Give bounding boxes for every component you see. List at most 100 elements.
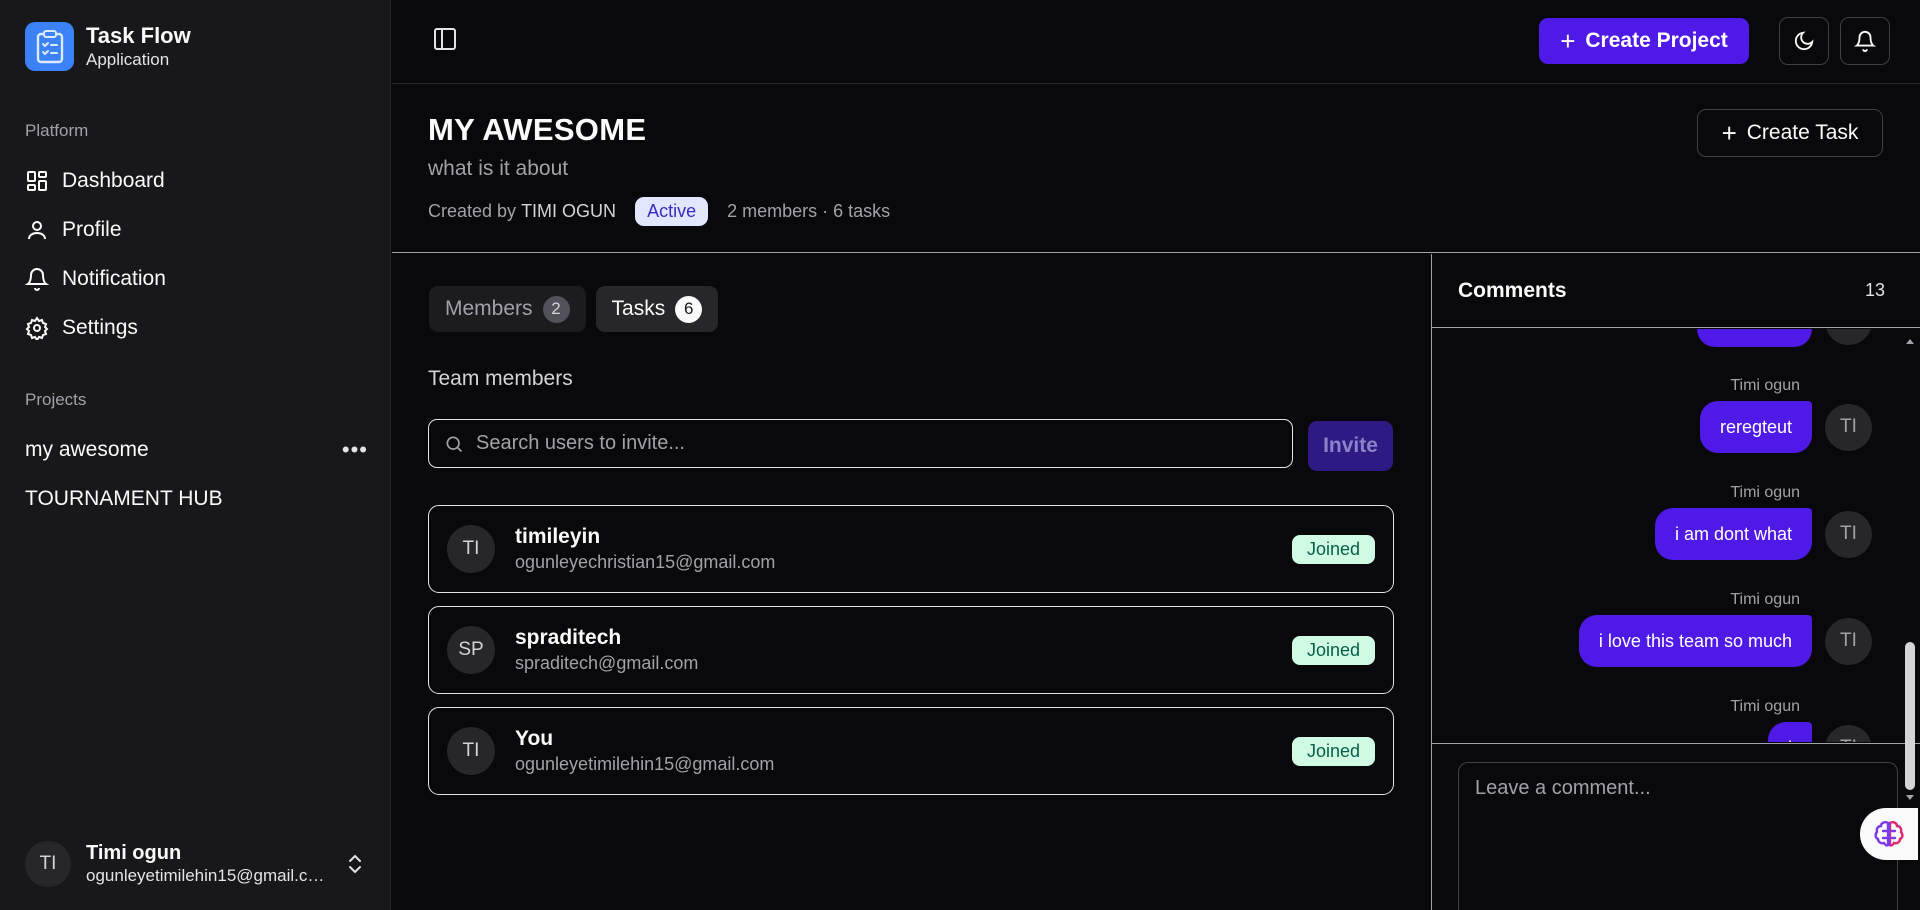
bell-icon — [1854, 31, 1876, 52]
sidebar-item-notification[interactable]: Notification — [25, 263, 166, 295]
tab-count: 2 — [542, 295, 570, 323]
search-input[interactable] — [476, 432, 1256, 455]
scroll-down-arrow-icon[interactable] — [1904, 793, 1916, 803]
projects-label: Projects — [25, 390, 87, 409]
project-item-my-awesome[interactable]: my awesome ••• — [25, 434, 368, 466]
comment-bubble: i — [1768, 722, 1812, 742]
scroll-up-arrow-icon[interactable] — [1904, 336, 1916, 346]
notifications-button[interactable] — [1840, 17, 1890, 65]
plus-icon: + — [1721, 117, 1737, 148]
invite-button[interactable]: Invite — [1308, 421, 1393, 471]
dashboard-icon — [27, 171, 47, 191]
more-options-icon[interactable]: ••• — [342, 437, 368, 463]
project-header: MY AWESOME what is it about Created by T… — [392, 85, 1920, 253]
comment-item: Timi ogun reregteut TI — [1699, 377, 1872, 453]
member-email: ogunleyetimilehin15@gmail.com — [515, 754, 775, 774]
avatar: TI — [1825, 329, 1872, 345]
tab-list: Members 2 Tasks 6 — [429, 286, 719, 332]
project-meta: Created by TIMI OGUN Active 2 members · … — [428, 197, 890, 226]
joined-badge: Joined — [1291, 736, 1375, 766]
member-card[interactable]: TI You ogunleyetimilehin15@gmail.com Joi… — [428, 707, 1394, 795]
comment-item: i am here TI — [1696, 329, 1872, 347]
avatar: TI — [1825, 724, 1872, 742]
comments-header: Comments 13 — [1432, 254, 1920, 328]
sidebar-item-label: Dashboard — [62, 169, 165, 192]
member-card[interactable]: TI timileyin ogunleyechristian15@gmail.c… — [428, 505, 1394, 593]
comments-count: 13 — [1864, 280, 1885, 300]
page-title: MY AWESOME — [428, 112, 647, 147]
comment-author: Timi ogun — [1730, 698, 1800, 715]
comment-item: Timi ogun i TI — [1730, 698, 1872, 742]
sidebar-item-label: Settings — [62, 316, 138, 339]
tab-count: 6 — [675, 295, 703, 323]
comments-scrollbar[interactable] — [1904, 330, 1916, 803]
sidebar-item-label: Profile — [62, 218, 122, 241]
comment-bubble: reregteut — [1699, 401, 1812, 453]
create-project-button[interactable]: + Create Project — [1539, 18, 1749, 64]
create-task-label: Create Task — [1746, 121, 1859, 144]
brand[interactable]: Task Flow Application — [25, 22, 191, 71]
sidebar-item-dashboard[interactable]: Dashboard — [25, 165, 165, 197]
member-name: spraditech — [515, 626, 622, 649]
brain-icon — [1874, 821, 1904, 847]
comment-author: Timi ogun — [1730, 591, 1800, 608]
sidebar-item-profile[interactable]: Profile — [25, 214, 122, 246]
brand-subtitle: Application — [86, 49, 170, 69]
tab-tasks[interactable]: Tasks 6 — [595, 286, 719, 332]
create-task-button[interactable]: + Create Task — [1697, 109, 1883, 157]
platform-label: Platform — [25, 121, 89, 140]
brand-title: Task Flow — [86, 22, 191, 48]
comment-bubble: i am here — [1696, 329, 1812, 347]
scroll-thumb[interactable] — [1905, 642, 1915, 790]
comments-panel: Comments 13 i am here TI Timi ogun rereg… — [1431, 254, 1920, 910]
sidebar-item-label: Notification — [62, 267, 166, 290]
comment-input[interactable] — [1458, 762, 1898, 910]
search-field — [428, 419, 1293, 468]
joined-badge: Joined — [1291, 635, 1375, 665]
project-item-label: TOURNAMENT HUB — [25, 487, 223, 510]
bell-icon — [25, 268, 49, 291]
joined-badge: Joined — [1291, 534, 1375, 564]
plus-icon: + — [1560, 25, 1576, 56]
sidebar-item-settings[interactable]: Settings — [25, 312, 138, 344]
avatar: TI — [1825, 403, 1872, 451]
member-name: timileyin — [515, 525, 601, 548]
comment-composer — [1432, 743, 1920, 910]
comment-bubble: i am dont what — [1654, 508, 1812, 560]
assistant-button[interactable] — [1860, 808, 1918, 860]
tab-members[interactable]: Members 2 — [429, 286, 586, 332]
chevrons-up-down-icon — [349, 854, 361, 874]
created-by-label: Created by — [428, 201, 517, 221]
theme-toggle-button[interactable] — [1779, 17, 1829, 65]
tab-label: Tasks — [611, 297, 666, 320]
gear-icon — [25, 316, 49, 340]
user-menu[interactable]: TI Timi ogun ogunleyetimilehin15@gmail.c… — [25, 836, 365, 892]
clipboard-icon — [25, 22, 74, 71]
user-email: ogunleyetimilehin15@gmail.com — [86, 866, 326, 885]
avatar: TI — [1825, 510, 1872, 558]
topbar: + Create Project — [392, 0, 1920, 84]
avatar: TI — [447, 525, 495, 573]
member-card[interactable]: SP spraditech spraditech@gmail.com Joine… — [428, 606, 1394, 694]
comment-bubble: i love this team so much — [1578, 615, 1812, 667]
member-name: You — [515, 727, 554, 750]
creator-name: TIMI OGUN — [521, 201, 617, 221]
project-item-tournament-hub[interactable]: TOURNAMENT HUB — [25, 483, 368, 515]
section-title: Team members — [428, 367, 573, 390]
create-project-label: Create Project — [1585, 29, 1728, 52]
comment-list[interactable]: i am here TI Timi ogun reregteut TI Timi… — [1432, 329, 1920, 742]
comments-title: Comments — [1458, 278, 1567, 302]
comment-author: Timi ogun — [1730, 484, 1800, 501]
user-icon — [28, 221, 46, 240]
user-name: Timi ogun — [86, 842, 182, 864]
avatar: SP — [447, 626, 495, 674]
member-email: ogunleyechristian15@gmail.com — [515, 552, 776, 572]
project-description: what is it about — [428, 157, 569, 180]
member-email: spraditech@gmail.com — [515, 653, 699, 673]
avatar: TI — [1825, 617, 1872, 665]
sidebar-toggle-icon[interactable] — [432, 26, 458, 52]
comment-author: Timi ogun — [1730, 377, 1800, 394]
project-counts: 2 members · 6 tasks — [727, 201, 891, 221]
tab-label: Members — [445, 297, 533, 320]
moon-icon — [1794, 31, 1814, 51]
